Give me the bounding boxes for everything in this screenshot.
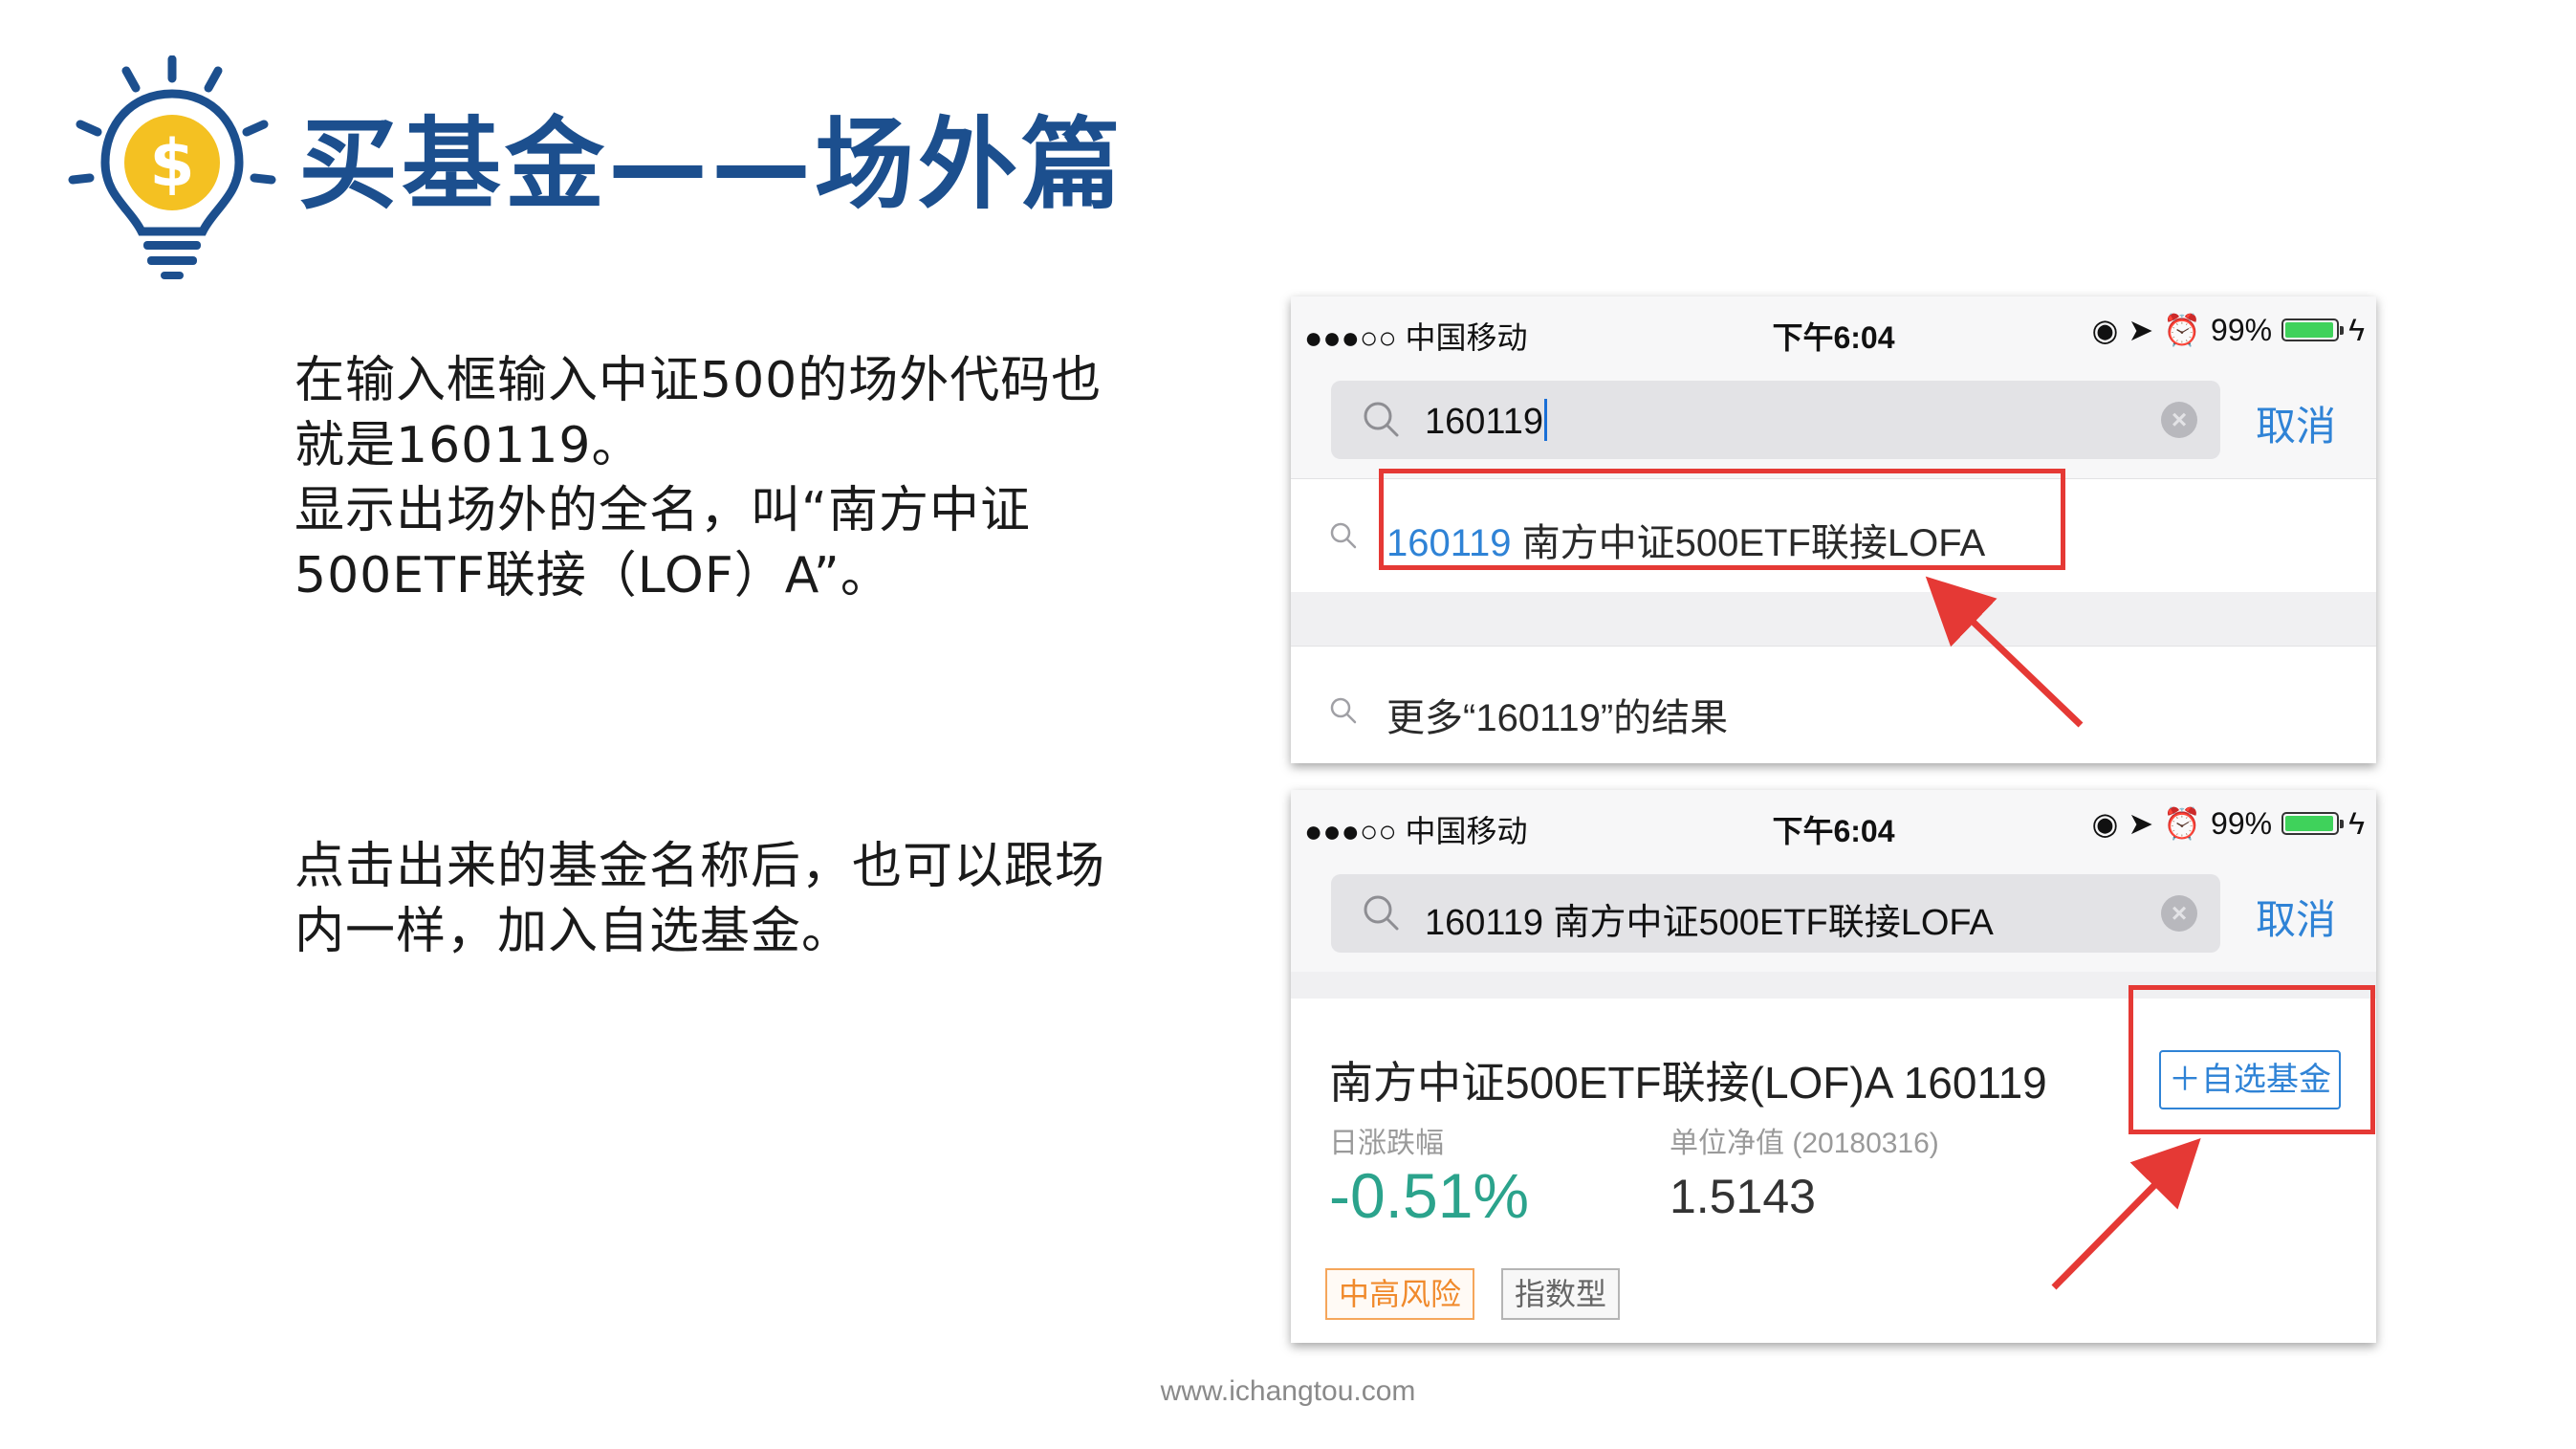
annotation-arrows	[1925, 576, 2201, 1290]
arrow-to-suggestion	[1925, 576, 2084, 728]
footer-url: www.ichangtou.com	[1160, 1375, 1416, 1407]
arrow-to-add-button	[2051, 1138, 2201, 1290]
